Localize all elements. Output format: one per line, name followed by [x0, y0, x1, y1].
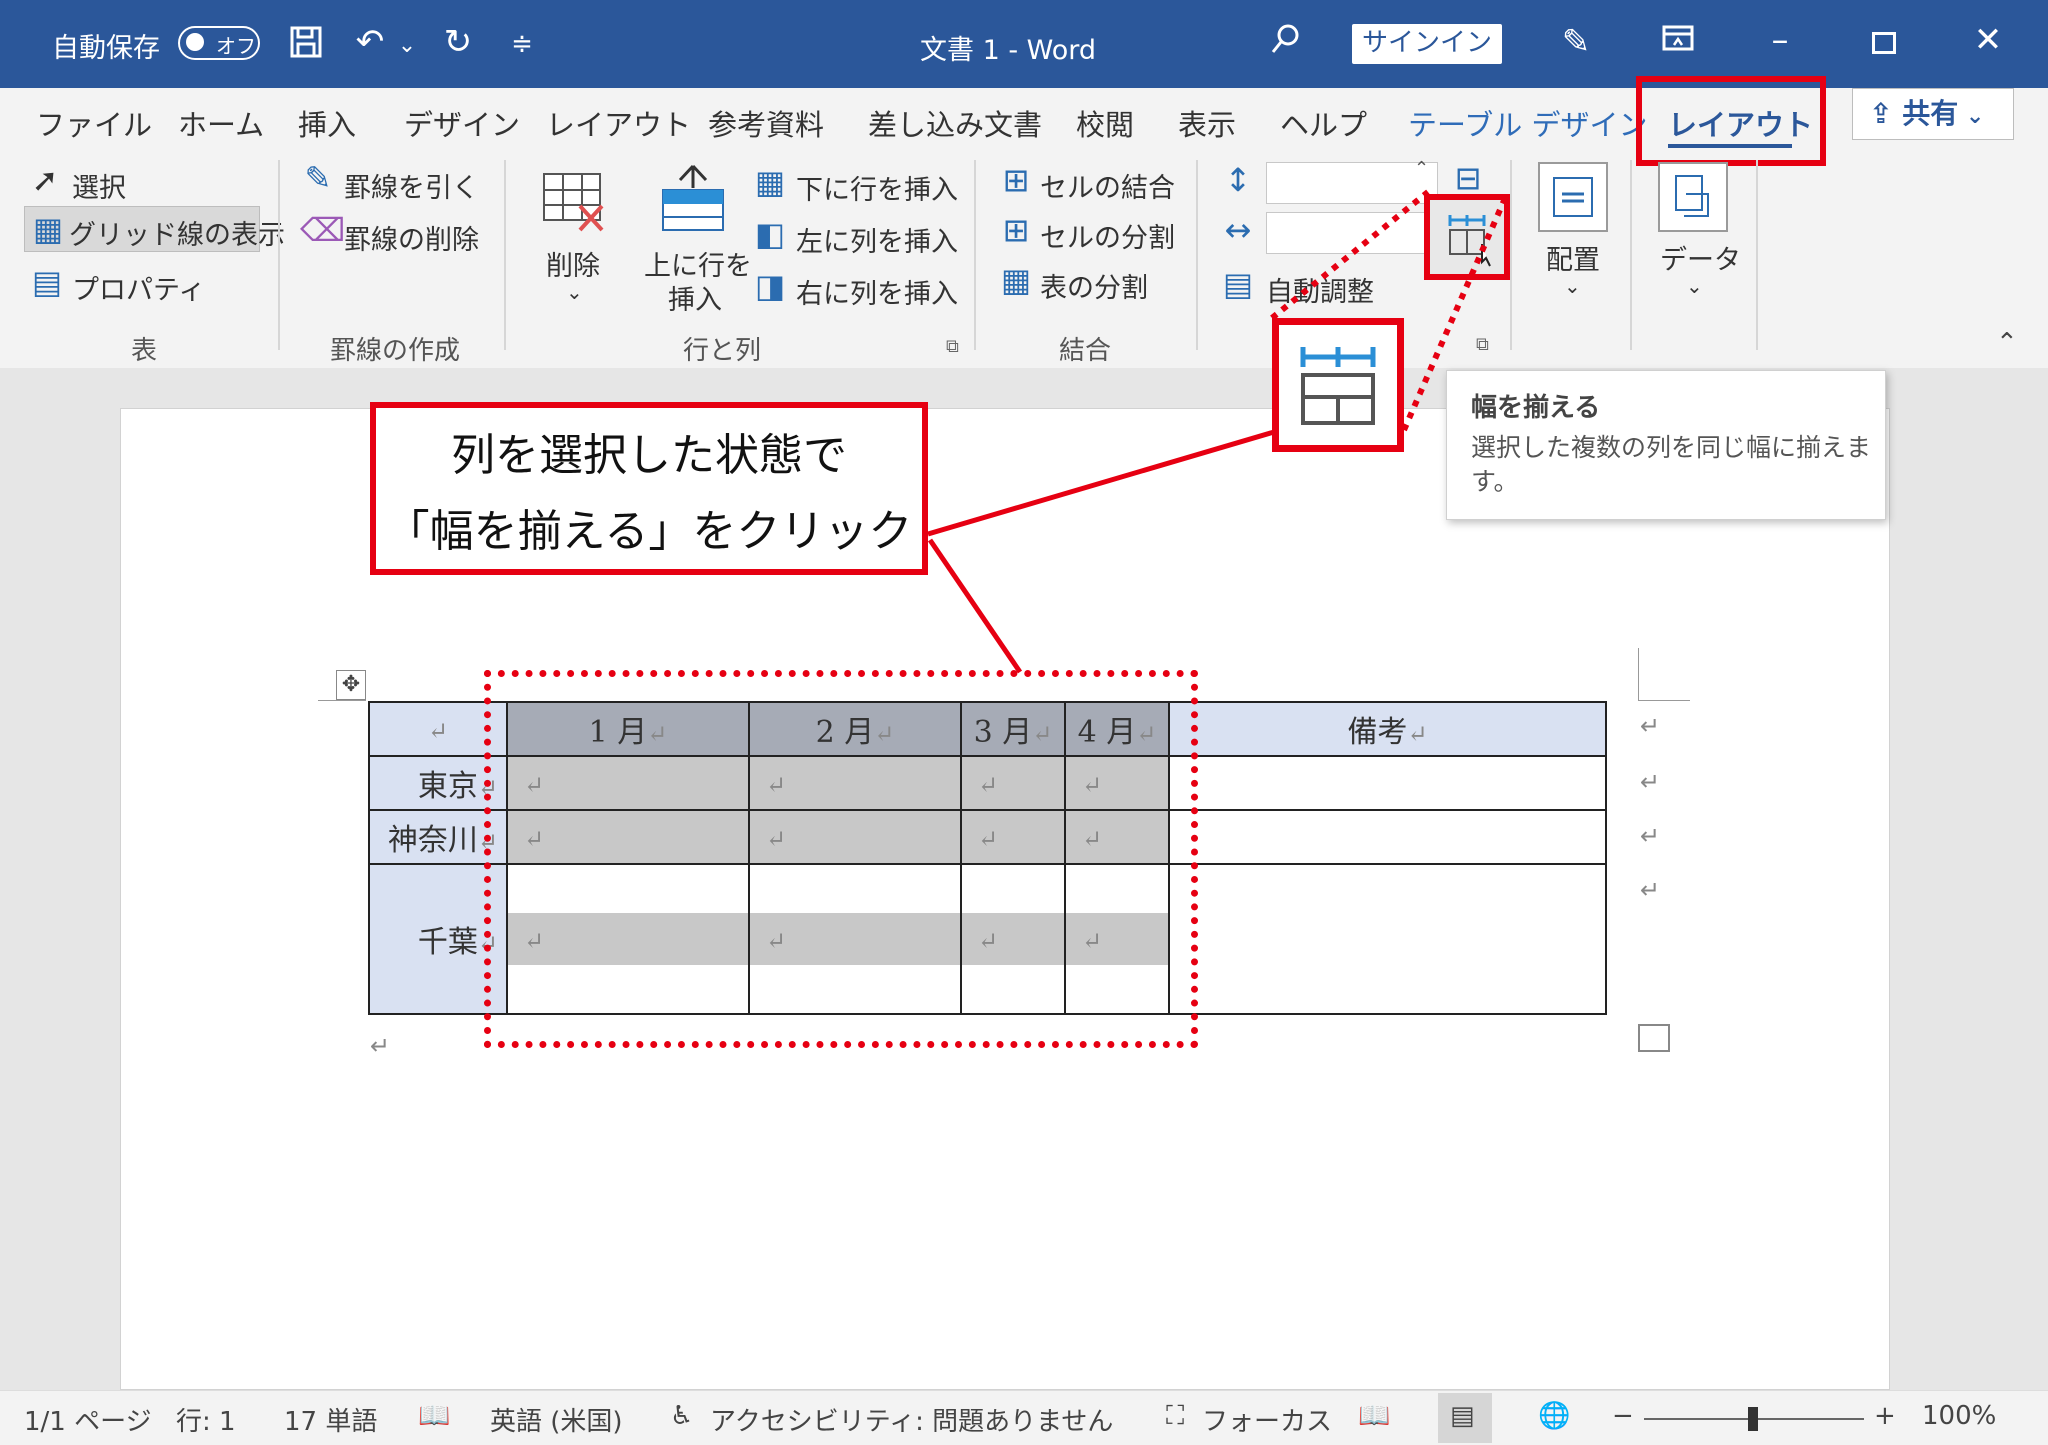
- zoom-out-icon[interactable]: −: [1612, 1401, 1634, 1431]
- page-count[interactable]: 1/1 ページ: [24, 1401, 152, 1438]
- callout-line-2: 「幅を揃える」をクリック: [385, 506, 913, 557]
- accessibility-status[interactable]: アクセシビリティ: 問題ありません: [710, 1401, 1113, 1438]
- accessibility-icon: ♿: [670, 1401, 694, 1431]
- language[interactable]: 英語 (米国): [490, 1401, 623, 1438]
- line-number: 行: 1: [176, 1407, 236, 1437]
- status-bar: 1/1 ページ 行: 1 17 単語 📖 英語 (米国) ♿ アクセシビリティ:…: [0, 1390, 2048, 1445]
- connector-line: [927, 538, 1023, 674]
- tooltip-desc-line-2: す。: [1471, 467, 1519, 496]
- zoom-slider-thumb[interactable]: [1748, 1407, 1758, 1431]
- tooltip-title: 幅を揃える: [1471, 393, 1601, 423]
- tooltip-desc-line-1: 選択した複数の列を同じ幅に揃えま: [1471, 433, 1872, 462]
- print-layout-icon: ▤: [1450, 1401, 1475, 1431]
- distribute-columns-icon: [1300, 347, 1376, 425]
- distribute-columns-zoom: [1272, 318, 1404, 452]
- tooltip: 幅を揃える 選択した複数の列を同じ幅に揃えま す。: [1446, 370, 1886, 520]
- focus-mode[interactable]: フォーカス: [1202, 1401, 1332, 1438]
- proofing-icon[interactable]: 📖: [418, 1401, 450, 1431]
- zoom-in-icon[interactable]: +: [1874, 1401, 1896, 1431]
- read-mode-icon[interactable]: 📖: [1358, 1401, 1390, 1431]
- web-layout-icon[interactable]: 🌐: [1538, 1401, 1570, 1431]
- callout-line-1: 列を選択した状態で: [451, 430, 847, 481]
- tooltip-description: 選択した複数の列を同じ幅に揃えま す。: [1471, 431, 1871, 499]
- zoom-level[interactable]: 100%: [1922, 1401, 1996, 1431]
- connector-line: [927, 429, 1275, 537]
- zoom-connector: [1270, 189, 1430, 321]
- instruction-callout: 列を選択した状態で 「幅を揃える」をクリック: [370, 402, 928, 575]
- word-count[interactable]: 17 単語: [284, 1401, 377, 1438]
- callout-connectors: [927, 189, 1509, 674]
- focus-icon: ⛶: [1166, 1401, 1185, 1431]
- print-layout-button[interactable]: ▤: [1438, 1393, 1492, 1443]
